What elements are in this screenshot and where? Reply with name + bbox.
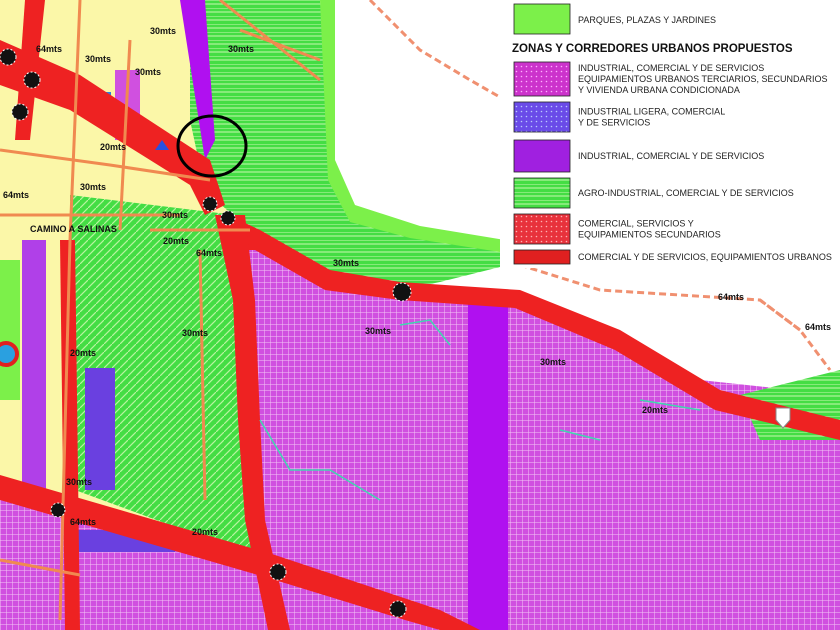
road-width-label-4: 20mts: [100, 142, 126, 152]
legend: PARQUES, PLAZAS Y JARDINES ZONAS Y CORRE…: [500, 0, 840, 268]
road-width-label-10: 64mts: [36, 44, 62, 54]
roundabout-2: [23, 71, 41, 89]
road-width-label-2: 30mts: [85, 54, 111, 64]
road-width-label-9: 64mts: [196, 248, 222, 258]
legend-item-label-1-0: INDUSTRIAL LIGERA, COMERCIAL: [578, 107, 725, 117]
legend-swatch-4: [513, 213, 571, 245]
road-width-label-1: 30mts: [228, 44, 254, 54]
roundabout-9: [389, 600, 407, 618]
legend-item-label-1-1: Y DE SERVICIOS: [578, 118, 650, 128]
legend-item-label-5-0: COMERCIAL Y DE SERVICIOS, EQUIPAMIENTOS …: [578, 252, 832, 262]
legend-item-label-0-1: EQUIPAMIENTOS URBANOS TERCIARIOS, SECUND…: [578, 74, 828, 84]
road-width-label-12: 20mts: [70, 348, 96, 358]
road-width-label-3: 30mts: [135, 67, 161, 77]
legend-item-label-0-2: Y VIVIENDA URBANA CONDICIONADA: [578, 85, 740, 95]
road-width-label-0: 30mts: [150, 26, 176, 36]
road-width-label-21: 20mts: [642, 405, 668, 415]
road-width-label-8: 30mts: [162, 210, 188, 220]
road-width-label-16: 64mts: [70, 517, 96, 527]
road-width-label-14: 30mts: [66, 477, 92, 487]
street-label-camino: CAMINO A SALINAS: [30, 224, 117, 234]
roundabout-6: [392, 282, 412, 302]
roundabout-park: [0, 341, 19, 367]
urban-zoning-map: 30mts 30mts 30mts 30mts 20mts 64mts 20mts 30mts…: [0, 0, 840, 630]
legend-item-label-4-1: EQUIPAMIENTOS SECUNDARIOS: [578, 230, 721, 240]
blue-violet-block: [85, 368, 115, 490]
legend-item-label-3-0: AGRO-INDUSTRIAL, COMERCIAL Y DE SERVICIO…: [578, 188, 794, 198]
roundabout-1: [0, 48, 17, 66]
purple-vertical-block: [468, 300, 508, 630]
road-width-label-7: 30mts: [80, 182, 106, 192]
legend-swatch-0: [513, 61, 571, 97]
road-width-label-11: 30mts: [333, 258, 359, 268]
road-width-label-6: 20mts: [163, 236, 189, 246]
legend-swatch-1: [513, 101, 571, 133]
roundabout-4: [202, 196, 218, 212]
road-width-label-20: 64mts: [805, 322, 831, 332]
legend-item-label-0-0: INDUSTRIAL, COMERCIAL Y DE SERVICIOS: [578, 63, 764, 73]
roundabout-3: [11, 103, 29, 121]
road-width-label-15: 20mts: [192, 527, 218, 537]
roundabout-7: [50, 502, 66, 518]
legend-title: ZONAS Y CORREDORES URBANOS PROPUESTOS: [512, 43, 793, 55]
legend-swatch-2: [513, 139, 571, 173]
road-width-label-18: 30mts: [540, 357, 566, 367]
legend-item-label-2-0: INDUSTRIAL, COMERCIAL Y DE SERVICIOS: [578, 151, 764, 161]
legend-swatch-3: [513, 177, 571, 209]
road-width-label-17: 30mts: [365, 326, 391, 336]
legend-item-label-4-0: COMERCIAL, SERVICIOS Y: [578, 219, 694, 229]
park-strip-west: [0, 260, 20, 400]
road-width-label-13: 30mts: [182, 328, 208, 338]
roundabout-5: [220, 210, 236, 226]
legend-parks-label: PARQUES, PLAZAS Y JARDINES: [578, 15, 716, 25]
road-width-label-5: 64mts: [3, 190, 29, 200]
roundabout-8: [269, 563, 287, 581]
legend-swatch-parks: [513, 3, 571, 35]
legend-swatch-5: [513, 249, 571, 265]
road-width-label-19: 64mts: [718, 292, 744, 302]
